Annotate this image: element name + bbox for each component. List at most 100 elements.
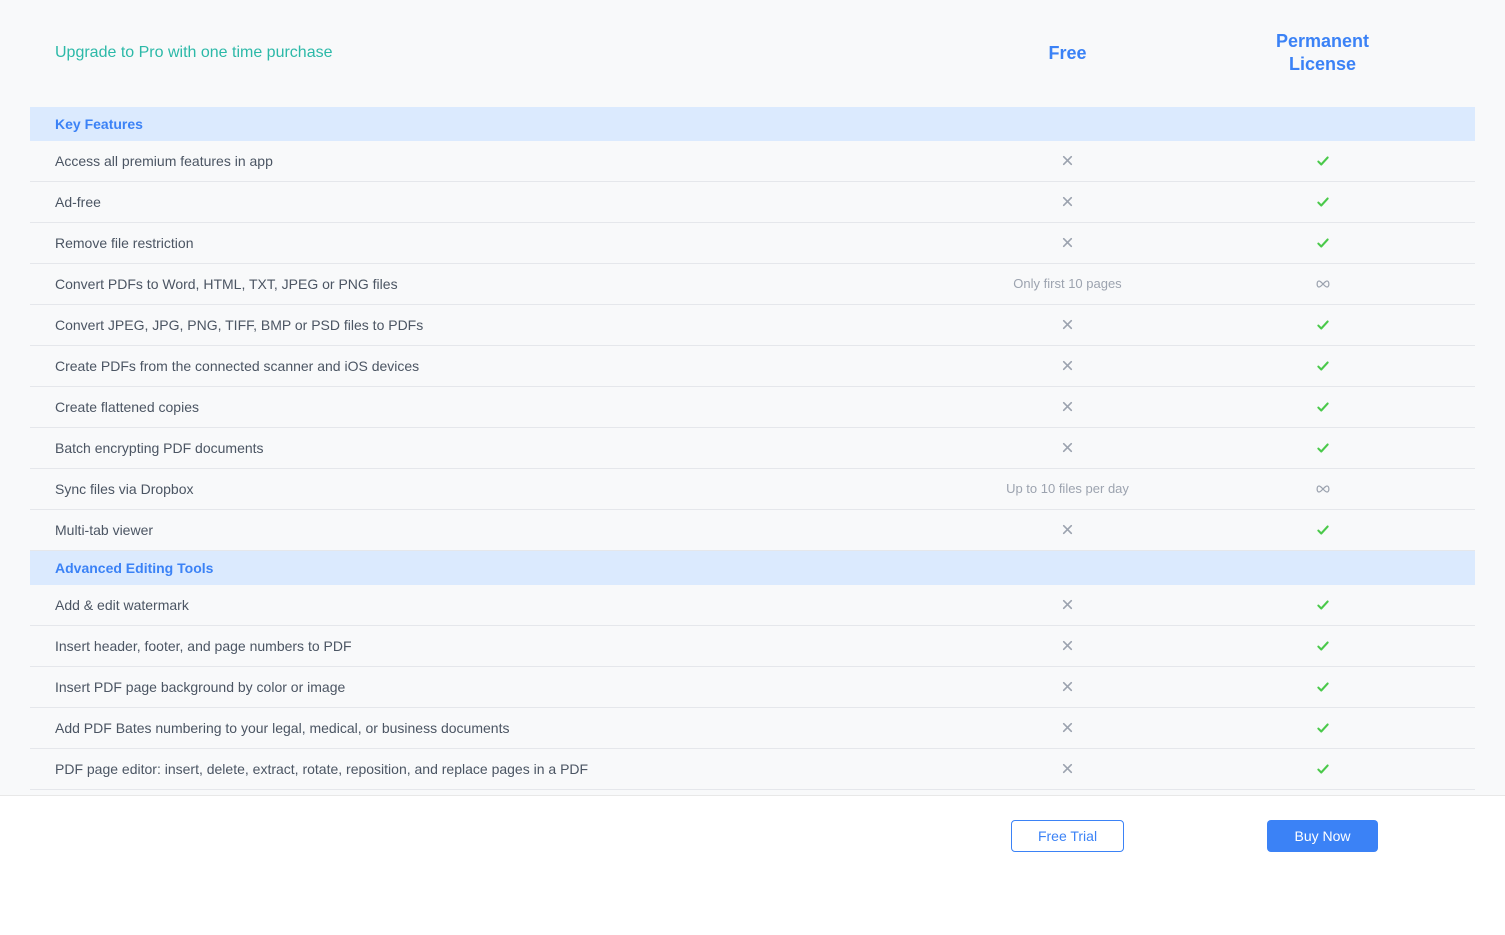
buy-now-button[interactable]: Buy Now xyxy=(1267,820,1377,852)
cell-free xyxy=(940,761,1195,777)
plan-header-permanent-line1: Permanent xyxy=(1276,31,1369,51)
x-icon xyxy=(1060,235,1076,251)
check-icon xyxy=(1315,761,1331,777)
x-icon xyxy=(1060,358,1076,374)
table-row: Insert header, footer, and page numbers … xyxy=(30,626,1475,667)
cell-text: Only first 10 pages xyxy=(1013,276,1121,291)
comparison-scroll-area[interactable]: Upgrade to Pro with one time purchase Fr… xyxy=(0,0,1505,795)
footer-col-buy: Buy Now xyxy=(1195,820,1450,852)
check-icon xyxy=(1315,317,1331,333)
feature-label: Add PDF Bates numbering to your legal, m… xyxy=(55,720,940,736)
cell-free xyxy=(940,522,1195,538)
cell-permanent xyxy=(1195,399,1450,415)
x-icon xyxy=(1060,761,1076,777)
cell-free xyxy=(940,679,1195,695)
cell-permanent xyxy=(1195,194,1450,210)
x-icon xyxy=(1060,679,1076,695)
table-row: Batch encrypting PDF documents xyxy=(30,428,1475,469)
cell-text: Up to 10 files per day xyxy=(1006,481,1129,496)
x-icon xyxy=(1060,153,1076,169)
cell-permanent xyxy=(1195,317,1450,333)
x-icon xyxy=(1060,317,1076,333)
x-icon xyxy=(1060,522,1076,538)
cell-permanent xyxy=(1195,481,1450,497)
page-title: Upgrade to Pro with one time purchase xyxy=(55,44,940,62)
table-row: Create flattened copies xyxy=(30,387,1475,428)
upgrade-comparison-page: Upgrade to Pro with one time purchase Fr… xyxy=(0,0,1505,935)
check-icon xyxy=(1315,597,1331,613)
feature-label: Create PDFs from the connected scanner a… xyxy=(55,358,940,374)
feature-label: Batch encrypting PDF documents xyxy=(55,440,940,456)
cell-permanent xyxy=(1195,440,1450,456)
comparison-table: Key FeaturesAccess all premium features … xyxy=(30,107,1475,795)
cell-free xyxy=(940,317,1195,333)
x-icon xyxy=(1060,399,1076,415)
cell-free xyxy=(940,597,1195,613)
check-icon xyxy=(1315,679,1331,695)
cell-permanent xyxy=(1195,597,1450,613)
x-icon xyxy=(1060,194,1076,210)
plan-header-permanent-line2: License xyxy=(1289,54,1356,74)
check-icon xyxy=(1315,638,1331,654)
table-row: Create PDFs from the connected scanner a… xyxy=(30,346,1475,387)
feature-label: Convert PDFs to Word, HTML, TXT, JPEG or… xyxy=(55,276,940,292)
cell-free: Up to 10 files per day xyxy=(940,481,1195,496)
cell-free xyxy=(940,638,1195,654)
plan-header-free: Free xyxy=(940,42,1195,65)
table-row: Remove file restriction xyxy=(30,223,1475,264)
cell-free xyxy=(940,399,1195,415)
check-icon xyxy=(1315,194,1331,210)
cell-permanent xyxy=(1195,679,1450,695)
infinity-icon xyxy=(1315,481,1331,497)
feature-label: Access all premium features in app xyxy=(55,153,940,169)
cell-free xyxy=(940,440,1195,456)
table-row: Convert JPEG, JPG, PNG, TIFF, BMP or PSD… xyxy=(30,305,1475,346)
x-icon xyxy=(1060,638,1076,654)
x-icon xyxy=(1060,720,1076,736)
table-row: Convert PDFs to Word, HTML, TXT, JPEG or… xyxy=(30,264,1475,305)
table-row: Insert PDF page background by color or i… xyxy=(30,667,1475,708)
table-row: Ad-free xyxy=(30,182,1475,223)
feature-label: Insert PDF page background by color or i… xyxy=(55,679,940,695)
feature-label: Sync files via Dropbox xyxy=(55,481,940,497)
footer-bar: Free Trial Buy Now xyxy=(0,795,1505,935)
feature-label: Create flattened copies xyxy=(55,399,940,415)
section-header: Advanced Editing Tools xyxy=(30,551,1475,585)
cell-permanent xyxy=(1195,761,1450,777)
check-icon xyxy=(1315,399,1331,415)
table-row: Access all premium features in app xyxy=(30,141,1475,182)
cell-permanent xyxy=(1195,720,1450,736)
cell-free xyxy=(940,194,1195,210)
cell-free xyxy=(940,720,1195,736)
feature-label: Remove file restriction xyxy=(55,235,940,251)
x-icon xyxy=(1060,597,1076,613)
feature-label: Ad-free xyxy=(55,194,940,210)
cell-free: Only first 10 pages xyxy=(940,276,1195,291)
check-icon xyxy=(1315,235,1331,251)
table-row: Add PDF Bates numbering to your legal, m… xyxy=(30,708,1475,749)
feature-label: PDF page editor: insert, delete, extract… xyxy=(55,761,940,777)
check-icon xyxy=(1315,358,1331,374)
cell-permanent xyxy=(1195,235,1450,251)
cell-free xyxy=(940,358,1195,374)
check-icon xyxy=(1315,440,1331,456)
cell-permanent xyxy=(1195,153,1450,169)
feature-label: Insert header, footer, and page numbers … xyxy=(55,638,940,654)
feature-label: Convert JPEG, JPG, PNG, TIFF, BMP or PSD… xyxy=(55,317,940,333)
table-row: Add & edit watermark xyxy=(30,585,1475,626)
free-trial-button[interactable]: Free Trial xyxy=(1011,820,1124,852)
cell-permanent xyxy=(1195,638,1450,654)
feature-label: Multi-tab viewer xyxy=(55,522,940,538)
check-icon xyxy=(1315,522,1331,538)
table-row: PDF page editor: insert, delete, extract… xyxy=(30,749,1475,790)
cell-free xyxy=(940,153,1195,169)
check-icon xyxy=(1315,153,1331,169)
infinity-icon xyxy=(1315,276,1331,292)
feature-label: Add & edit watermark xyxy=(55,597,940,613)
cell-permanent xyxy=(1195,276,1450,292)
plan-header-permanent: Permanent License xyxy=(1195,30,1450,77)
cell-permanent xyxy=(1195,522,1450,538)
x-icon xyxy=(1060,440,1076,456)
footer-col-free: Free Trial xyxy=(940,820,1195,852)
table-row: Sync files via Dropbox Up to 10 files per… xyxy=(30,469,1475,510)
